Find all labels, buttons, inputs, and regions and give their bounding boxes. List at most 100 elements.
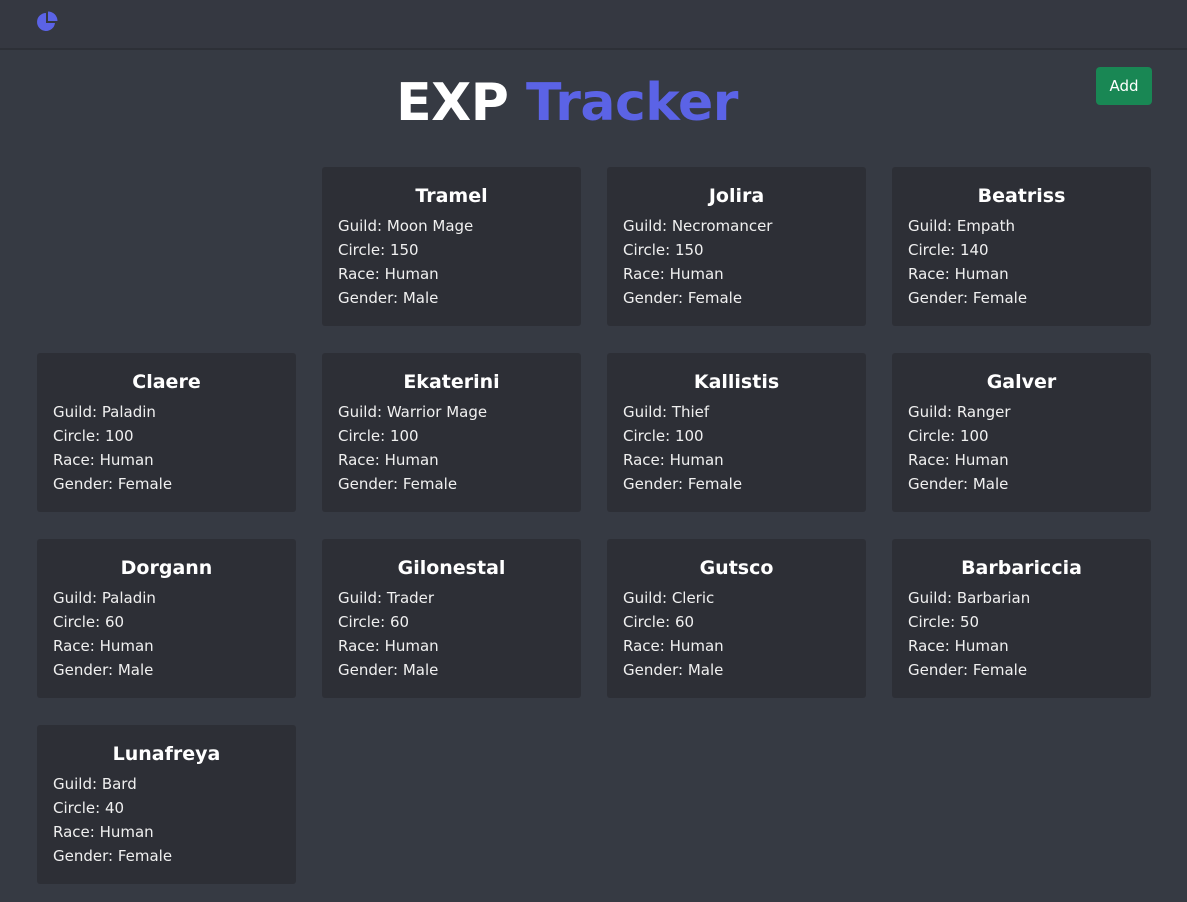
gender-value: Female [972, 661, 1028, 679]
gender-label: Gender: [338, 289, 403, 307]
character-gender: Gender: Male [338, 286, 565, 310]
gender-label: Gender: [623, 289, 688, 307]
character-card[interactable]: Ekaterini Guild: Warrior Mage Circle: 10… [322, 353, 581, 512]
circle-value: 140 [959, 241, 989, 259]
race-value: Human [384, 637, 439, 655]
gender-value: Female [687, 475, 743, 493]
character-race: Race: Human [908, 262, 1135, 286]
character-race: Race: Human [338, 634, 565, 658]
circle-label: Circle: [338, 427, 390, 445]
character-gender: Gender: Male [623, 658, 850, 682]
gender-value: Male [687, 661, 724, 679]
character-card[interactable]: Kallistis Guild: Thief Circle: 100 Race:… [607, 353, 866, 512]
character-race: Race: Human [623, 448, 850, 472]
circle-label: Circle: [53, 613, 105, 631]
circle-label: Circle: [908, 241, 960, 259]
character-gender: Gender: Female [53, 472, 280, 496]
character-name: Tramel [415, 185, 488, 207]
character-circle: Circle: 60 [53, 610, 280, 634]
character-race: Race: Human [908, 448, 1135, 472]
guild-value: Empath [956, 217, 1016, 235]
gender-label: Gender: [338, 475, 403, 493]
character-card[interactable]: Tramel Guild: Moon Mage Circle: 150 Race… [322, 167, 581, 326]
circle-value: 60 [104, 613, 125, 631]
character-name: Barbariccia [961, 557, 1082, 579]
race-value: Human [954, 451, 1009, 469]
character-race: Race: Human [338, 262, 565, 286]
character-circle: Circle: 100 [338, 424, 565, 448]
guild-value: Moon Mage [386, 217, 474, 235]
guild-label: Guild: [53, 775, 102, 793]
guild-label: Guild: [623, 217, 672, 235]
character-name: Beatriss [977, 185, 1066, 207]
character-circle: Circle: 60 [623, 610, 850, 634]
gender-label: Gender: [338, 661, 403, 679]
character-gender: Gender: Female [908, 658, 1135, 682]
character-guild: Guild: Trader [338, 586, 565, 610]
gender-label: Gender: [908, 475, 973, 493]
circle-label: Circle: [908, 427, 960, 445]
guild-value: Paladin [101, 589, 156, 607]
character-guild: Guild: Paladin [53, 400, 280, 424]
guild-value: Cleric [671, 589, 715, 607]
character-race: Race: Human [53, 448, 280, 472]
character-card[interactable]: Gilonestal Guild: Trader Circle: 60 Race… [322, 539, 581, 698]
race-label: Race: [338, 265, 385, 283]
circle-label: Circle: [623, 427, 675, 445]
character-card[interactable]: Claere Guild: Paladin Circle: 100 Race: … [37, 353, 296, 512]
character-card[interactable]: Lunafreya Guild: Bard Circle: 40 Race: H… [37, 725, 296, 884]
guild-label: Guild: [53, 589, 102, 607]
guild-label: Guild: [908, 589, 957, 607]
circle-value: 50 [959, 613, 980, 631]
guild-value: Necromancer [671, 217, 773, 235]
character-guild: Guild: Necromancer [623, 214, 850, 238]
character-guild: Guild: Thief [623, 400, 850, 424]
character-name: Lunafreya [112, 743, 221, 765]
circle-label: Circle: [908, 613, 960, 631]
race-value: Human [384, 451, 439, 469]
character-card[interactable]: Galver Guild: Ranger Circle: 100 Race: H… [892, 353, 1151, 512]
character-guild: Guild: Barbarian [908, 586, 1135, 610]
gender-value: Male [117, 661, 154, 679]
circle-value: 100 [104, 427, 134, 445]
gender-label: Gender: [53, 847, 118, 865]
character-name: Gilonestal [397, 557, 506, 579]
character-guild: Guild: Ranger [908, 400, 1135, 424]
race-label: Race: [53, 823, 100, 841]
guild-label: Guild: [338, 589, 387, 607]
race-label: Race: [623, 451, 670, 469]
circle-label: Circle: [623, 613, 675, 631]
character-card[interactable]: Dorgann Guild: Paladin Circle: 60 Race: … [37, 539, 296, 698]
guild-label: Guild: [908, 217, 957, 235]
character-card[interactable]: Jolira Guild: Necromancer Circle: 150 Ra… [607, 167, 866, 326]
character-race: Race: Human [623, 634, 850, 658]
race-value: Human [384, 265, 439, 283]
character-gender: Gender: Male [53, 658, 280, 682]
character-race: Race: Human [338, 448, 565, 472]
character-gender: Gender: Female [623, 472, 850, 496]
gender-value: Male [402, 289, 439, 307]
race-label: Race: [53, 451, 100, 469]
circle-value: 150 [389, 241, 419, 259]
race-label: Race: [338, 637, 385, 655]
circle-label: Circle: [338, 241, 390, 259]
character-card[interactable]: Beatriss Guild: Empath Circle: 140 Race:… [892, 167, 1151, 326]
race-value: Human [669, 637, 724, 655]
character-name: Galver [986, 371, 1057, 393]
character-guild: Guild: Warrior Mage [338, 400, 565, 424]
character-circle: Circle: 40 [53, 796, 280, 820]
guild-value: Bard [101, 775, 137, 793]
character-circle: Circle: 150 [623, 238, 850, 262]
character-circle: Circle: 50 [908, 610, 1135, 634]
circle-value: 60 [674, 613, 695, 631]
race-label: Race: [908, 265, 955, 283]
gender-label: Gender: [53, 475, 118, 493]
character-race: Race: Human [53, 820, 280, 844]
guild-label: Guild: [338, 217, 387, 235]
guild-value: Barbarian [956, 589, 1031, 607]
guild-value: Thief [671, 403, 710, 421]
character-card[interactable]: Barbariccia Guild: Barbarian Circle: 50 … [892, 539, 1151, 698]
character-guild: Guild: Paladin [53, 586, 280, 610]
character-card[interactable]: Gutsco Guild: Cleric Circle: 60 Race: Hu… [607, 539, 866, 698]
circle-value: 150 [674, 241, 704, 259]
